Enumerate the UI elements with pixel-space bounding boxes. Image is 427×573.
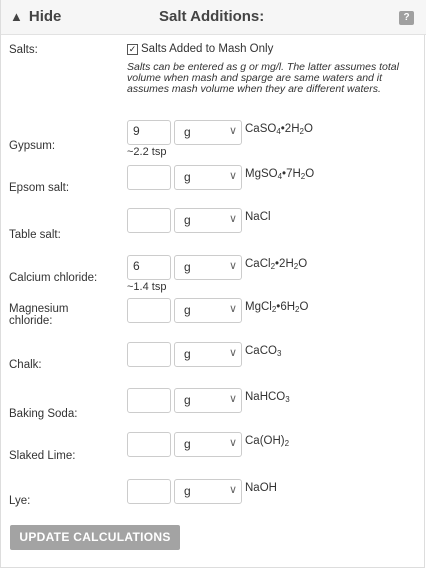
formula-text: CaSO	[245, 123, 277, 135]
formula-text: O	[298, 258, 308, 270]
salt-amount-input[interactable]	[127, 165, 171, 190]
salt-formula: NaHCO3	[245, 391, 290, 404]
formula-text: •6H	[276, 301, 296, 313]
formula-text: NaHCO	[245, 391, 286, 403]
salt-unit-select[interactable]: g ∨	[174, 388, 242, 413]
panel-title: Salt Additions:	[159, 8, 265, 25]
salt-amount-input[interactable]	[127, 388, 171, 413]
salt-amount-input[interactable]	[127, 432, 171, 457]
formula-text: MgSO	[245, 168, 278, 180]
formula-text: NaCl	[245, 211, 271, 223]
salt-unit-value: g	[184, 484, 191, 498]
formula-text: CaCO	[245, 345, 277, 357]
tsp-estimate: ~1.4 tsp	[127, 281, 167, 293]
salt-formula: Ca(OH)2	[245, 435, 289, 448]
salt-name-label: Epsom salt:	[9, 182, 70, 194]
salt-unit-value: g	[184, 393, 191, 407]
formula-text: O	[303, 123, 313, 135]
salt-unit-value: g	[184, 260, 191, 274]
formula-text: NaOH	[245, 482, 277, 494]
salt-unit-value: g	[184, 170, 191, 184]
help-icon[interactable]: ?	[399, 11, 414, 25]
formula-text: O	[305, 168, 315, 180]
salt-amount-input[interactable]: 6	[127, 255, 171, 280]
formula-text: MgCl	[245, 301, 272, 313]
formula-subscript: 2	[284, 439, 290, 448]
chevron-down-icon: ∨	[228, 484, 237, 496]
salt-name-label: Gypsum:	[9, 140, 56, 152]
chevron-down-icon: ∨	[228, 125, 237, 137]
salt-amount-input[interactable]	[127, 479, 171, 504]
mash-only-checkbox-label: Salts Added to Mash Only	[141, 43, 274, 55]
salt-amount-input[interactable]	[127, 208, 171, 233]
chevron-down-icon: ∨	[228, 170, 237, 182]
formula-subscript: 3	[285, 395, 290, 404]
formula-text: •2H	[275, 258, 294, 270]
salt-name-label: Lye:	[9, 495, 31, 507]
hide-label: Hide	[28, 8, 62, 25]
salt-unit-value: g	[184, 303, 191, 317]
salt-name-label: Calcium chloride:	[9, 272, 98, 284]
salt-unit-select[interactable]: g ∨	[174, 255, 242, 280]
salt-unit-select[interactable]: g ∨	[174, 342, 242, 367]
salt-formula: MgSO4•7H2O	[245, 168, 314, 181]
salt-amount-input[interactable]: 9	[127, 120, 171, 145]
salts-note: Salts can be entered as g or mg/l. The l…	[127, 61, 399, 95]
chevron-down-icon: ∨	[228, 260, 237, 272]
panel-header: ▲ Hide Salt Additions: ?	[1, 0, 426, 35]
salt-formula: CaCO3	[245, 345, 281, 358]
formula-text: O	[299, 301, 309, 313]
chevron-down-icon: ∨	[228, 213, 237, 225]
salt-unit-select[interactable]: g ∨	[174, 479, 242, 504]
salt-name-label: Table salt:	[9, 229, 61, 241]
chevron-down-icon: ∨	[228, 303, 237, 315]
formula-text: CaCl	[245, 258, 271, 270]
salt-unit-select[interactable]: g ∨	[174, 208, 242, 233]
salt-unit-value: g	[184, 437, 191, 451]
salt-name-label: Slaked Lime:	[9, 450, 76, 462]
salts-label: Salts:	[9, 44, 38, 56]
formula-subscript: 3	[276, 349, 282, 358]
salt-unit-select[interactable]: g ∨	[174, 432, 242, 457]
salt-unit-select[interactable]: g ∨	[174, 298, 242, 323]
salt-unit-select[interactable]: g ∨	[174, 120, 242, 145]
collapse-arrow-icon: ▲	[10, 9, 23, 24]
salt-formula: CaCl2•2H2O	[245, 258, 307, 271]
salt-additions-panel: ▲ Hide Salt Additions: ? Salts: ✓ Salts A…	[0, 0, 426, 568]
update-calculations-button[interactable]: UPDATE CALCULATIONS	[10, 525, 180, 550]
salt-unit-select[interactable]: g ∨	[174, 165, 242, 190]
formula-text: •2H	[280, 123, 300, 135]
salt-formula: NaOH	[245, 482, 277, 494]
chevron-down-icon: ∨	[228, 393, 237, 405]
salt-unit-value: g	[184, 347, 191, 361]
mash-only-checkbox-row[interactable]: ✓ Salts Added to Mash Only	[127, 43, 273, 55]
tsp-estimate: ~2.2 tsp	[127, 146, 167, 158]
salt-amount-input[interactable]	[127, 298, 171, 323]
salt-formula: NaCl	[245, 211, 271, 223]
salt-formula: MgCl2•6H2O	[245, 301, 308, 314]
salt-unit-value: g	[184, 213, 191, 227]
salt-name-label: Magnesium chloride:	[9, 303, 69, 327]
salt-amount-input[interactable]	[127, 342, 171, 367]
chevron-down-icon: ∨	[228, 437, 237, 449]
formula-text: Ca(OH)	[245, 435, 285, 447]
chevron-down-icon: ∨	[228, 347, 237, 359]
formula-text: •7H	[282, 168, 301, 180]
hide-toggle[interactable]: ▲ Hide	[10, 8, 61, 25]
salt-unit-value: g	[184, 125, 191, 139]
salt-name-label: Chalk:	[9, 359, 42, 371]
salt-name-label: Baking Soda:	[9, 408, 78, 420]
mash-only-checkbox[interactable]: ✓	[127, 43, 138, 55]
salt-formula: CaSO4•2H2O	[245, 123, 313, 136]
